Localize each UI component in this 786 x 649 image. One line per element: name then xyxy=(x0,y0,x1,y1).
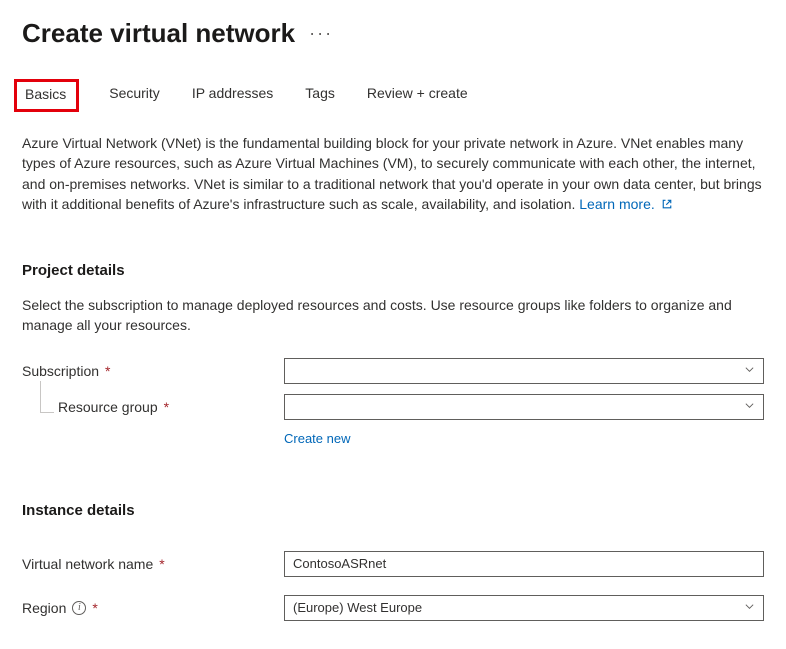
form-row-resource-group: Resource group * xyxy=(22,394,764,420)
select-value: (Europe) West Europe xyxy=(293,600,422,615)
tab-review-create[interactable]: Review + create xyxy=(365,79,470,114)
required-asterisk: * xyxy=(164,399,169,415)
tab-label: Basics xyxy=(25,86,66,102)
label-vnet-name: Virtual network name * xyxy=(22,556,284,572)
external-link-icon xyxy=(659,196,673,212)
chevron-down-icon xyxy=(744,363,755,378)
indent-line-icon xyxy=(40,381,54,413)
label-text: Virtual network name xyxy=(22,556,153,572)
tab-basics[interactable]: Basics xyxy=(14,79,79,112)
tab-tags[interactable]: Tags xyxy=(303,79,337,114)
tab-security[interactable]: Security xyxy=(107,79,162,114)
form-row-subscription: Subscription * xyxy=(22,358,764,384)
intro-paragraph: Azure Virtual Network (VNet) is the fund… xyxy=(22,133,764,214)
instance-details-section: Instance details Virtual network name * … xyxy=(22,502,764,621)
learn-more-label: Learn more. xyxy=(579,196,654,212)
chevron-down-icon xyxy=(744,600,755,615)
learn-more-link[interactable]: Learn more. xyxy=(579,196,672,212)
label-text: Subscription xyxy=(22,363,99,379)
tab-label: Security xyxy=(109,85,160,101)
tab-label: Review + create xyxy=(367,85,468,101)
subscription-select[interactable] xyxy=(284,358,764,384)
tab-ip-addresses[interactable]: IP addresses xyxy=(190,79,275,114)
resource-group-select[interactable] xyxy=(284,394,764,420)
required-asterisk: * xyxy=(159,556,164,572)
chevron-down-icon xyxy=(744,399,755,414)
form-row-vnet-name: Virtual network name * xyxy=(22,551,764,577)
section-desc-project: Select the subscription to manage deploy… xyxy=(22,295,764,336)
more-actions-icon[interactable]: ··· xyxy=(309,23,333,44)
form-row-region: Region i * (Europe) West Europe xyxy=(22,595,764,621)
label-text: Region xyxy=(22,600,66,616)
project-details-section: Project details Select the subscription … xyxy=(22,262,764,446)
tab-label: IP addresses xyxy=(192,85,273,101)
page-title: Create virtual network xyxy=(22,18,295,49)
label-subscription: Subscription * xyxy=(22,363,284,379)
page-header: Create virtual network ··· xyxy=(22,18,764,49)
section-title-instance: Instance details xyxy=(22,502,764,519)
create-new-link-wrap: Create new xyxy=(284,430,764,446)
label-resource-group: Resource group * xyxy=(22,399,284,415)
label-region: Region i * xyxy=(22,600,284,616)
region-select[interactable]: (Europe) West Europe xyxy=(284,595,764,621)
required-asterisk: * xyxy=(92,600,97,616)
vnet-name-input[interactable] xyxy=(284,551,764,577)
label-text: Resource group xyxy=(58,399,158,415)
create-new-link[interactable]: Create new xyxy=(284,431,350,446)
tabs-bar: Basics Security IP addresses Tags Review… xyxy=(22,79,764,115)
tab-label: Tags xyxy=(305,85,335,101)
required-asterisk: * xyxy=(105,363,110,379)
section-title-project: Project details xyxy=(22,262,764,279)
